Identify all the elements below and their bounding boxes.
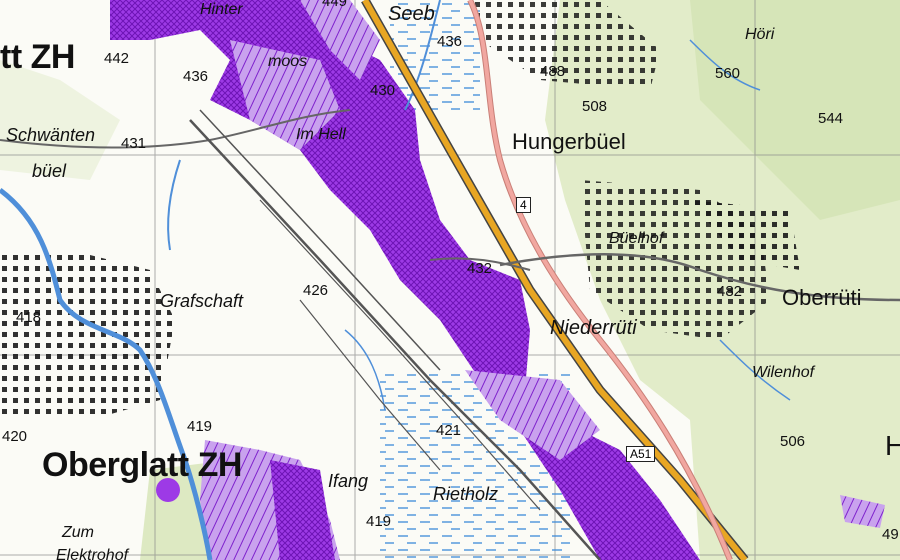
spot-height: 418: [16, 309, 42, 326]
place-label-moos: moos: [268, 53, 308, 70]
spot-height: 436: [183, 68, 209, 85]
spot-height: 419: [366, 513, 392, 530]
place-label-schwanten: Schwänten: [6, 125, 96, 145]
spot-height: 431: [121, 135, 147, 152]
spot-height: 560: [715, 65, 741, 82]
place-label-oberglatt-edge: tt ZH: [0, 38, 75, 76]
place-label-im-hell: Im Hell: [296, 126, 346, 143]
spot-height: 488: [540, 63, 566, 80]
spot-height: 430: [370, 82, 396, 99]
spot-height: 436: [437, 33, 463, 50]
road-shield-4: 4: [516, 197, 531, 213]
topographic-map[interactable]: Oberglatt ZH tt ZH Hungerbüel Oberrüti N…: [0, 0, 900, 560]
place-label-h-edge: H: [885, 430, 900, 461]
road-shield-a51: A51: [626, 446, 656, 462]
spot-height: 482: [717, 283, 743, 300]
place-label-oberruti: Oberrüti: [782, 285, 862, 310]
place-label-grafschaft: Grafschaft: [160, 291, 244, 311]
place-label-ifang: Ifang: [328, 471, 369, 491]
place-label-seeb: Seeb: [388, 3, 435, 25]
spot-height: 442: [104, 50, 130, 67]
spot-height: 449: [322, 0, 348, 10]
place-label-rietholz: Rietholz: [433, 484, 499, 504]
spot-height: 419: [187, 418, 213, 435]
spot-height: 508: [582, 98, 608, 115]
spot-height: 420: [2, 428, 28, 445]
place-label-hinter: Hinter: [200, 1, 243, 18]
place-label-buelhof: Büelhof: [609, 230, 664, 247]
place-label-elektrohof: Elektrohof: [56, 547, 129, 560]
spot-height: 426: [303, 282, 329, 299]
place-label-wilenhof: Wilenhof: [752, 364, 815, 381]
spot-height: 421: [436, 422, 462, 439]
place-label-hori: Höri: [745, 26, 775, 43]
place-label-hungerbuel: Hungerbüel: [512, 129, 626, 154]
place-label-oberglatt: Oberglatt ZH: [42, 446, 242, 484]
spot-height: 544: [818, 110, 844, 127]
spot-height: 506: [780, 433, 806, 450]
place-label-niederruti: Niederrüti: [550, 317, 637, 339]
place-label-buel: büel: [32, 161, 67, 181]
spot-height: 49: [882, 526, 899, 543]
place-label-zum: Zum: [62, 524, 94, 541]
spot-height: 432: [467, 260, 493, 277]
